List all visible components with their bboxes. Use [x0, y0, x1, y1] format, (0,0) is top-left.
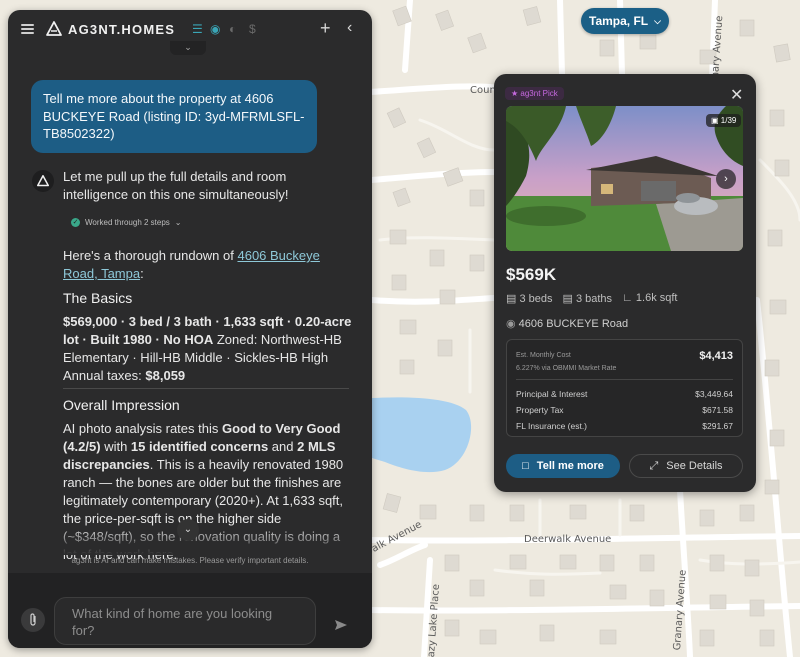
chat-panel: AG3NT.HOMES ☰ ◉ ◐ $ + ‹ ⌄ Tell me more a…	[8, 10, 372, 648]
baths-spec: ▤ 3 baths	[562, 293, 613, 305]
expand-icon: ⤢	[649, 459, 659, 472]
assistant-intro: Let me pull up the full details and room…	[63, 169, 289, 202]
beds-spec: ▤ 3 beds	[506, 293, 553, 305]
compass-icon[interactable]: ◐	[229, 23, 236, 35]
impression-heading: Overall Impression	[63, 397, 180, 413]
tell-me-more-label: Tell me more	[536, 460, 604, 472]
photo-counter: ▣ 1/39	[706, 114, 742, 127]
property-price: $569K	[506, 265, 557, 284]
rundown-suffix: :	[140, 266, 144, 281]
dollar-icon[interactable]: $	[249, 23, 256, 35]
attach-icon[interactable]	[21, 608, 45, 632]
property-address: ◉ 4606 BUCKEYE Road	[506, 318, 629, 330]
chat-input[interactable]: What kind of home are you looking for?	[54, 597, 316, 645]
bed-icon: ▤	[506, 293, 517, 305]
chevron-down-icon: ⌵	[654, 15, 661, 26]
cost-row: Property Tax $671.58	[516, 405, 733, 415]
see-details-button[interactable]: ⤢ See Details	[629, 454, 743, 478]
steps-toggle[interactable]: ✓ Worked through 2 steps ⌄	[71, 218, 182, 227]
chevron-down-icon: ⌄	[174, 218, 182, 227]
taxes-label: Annual taxes:	[63, 368, 146, 383]
assistant-avatar	[32, 170, 54, 192]
property-specs: ▤ 3 beds ▤ 3 baths ∟ 1.6k sqft	[506, 292, 677, 305]
disclaimer: ag3nt is AI and can make mistakes. Pleas…	[71, 556, 309, 565]
pick-badge: ★ ag3nt Pick	[505, 87, 564, 100]
ruler-icon: ∟	[622, 292, 633, 304]
street-label: Deerwalk Avenue	[524, 534, 612, 545]
cost-row: Principal & Interest $3,449.64	[516, 389, 733, 399]
cost-row: FL Insurance (est.) $291.67	[516, 421, 733, 431]
brand-name: AG3NT.HOMES	[68, 22, 176, 37]
see-details-label: See Details	[666, 460, 723, 472]
close-icon[interactable]: ✕	[730, 85, 743, 105]
property-card: ★ ag3nt Pick ✕ ▣ 1/39 › $569K ▤ 3 beds ▤…	[494, 74, 756, 492]
collapse-panel-icon[interactable]: ‹	[347, 19, 352, 37]
house-photo	[506, 106, 743, 251]
menu-icon[interactable]	[21, 24, 34, 34]
user-message: Tell me more about the property at 4606 …	[31, 80, 317, 153]
steps-label: Worked through 2 steps	[85, 218, 170, 227]
send-icon[interactable]	[334, 619, 348, 631]
chat-footer: What kind of home are you looking for?	[8, 573, 372, 648]
chat-bubble-icon: □	[522, 460, 529, 472]
est-subtext: 6.227% via OBMMI Market Rate	[516, 365, 617, 372]
chevron-right-icon[interactable]: ›	[716, 169, 736, 189]
basics-section: The Basics $569,000 · 3 bed / 3 bath · 1…	[63, 289, 353, 385]
list-icon[interactable]: ☰	[192, 23, 203, 35]
rundown-intro: Here's a thorough rundown of 4606 Buckey…	[63, 247, 353, 283]
est-monthly-value: $4,413	[699, 350, 733, 362]
concerns-count: 15 identified concerns	[130, 439, 269, 454]
pick-badge-label: ag3nt Pick	[520, 89, 558, 98]
tell-me-more-button[interactable]: □ Tell me more	[506, 454, 620, 478]
lake-shape	[372, 397, 472, 473]
photo-counter-text: 1/39	[720, 116, 737, 125]
basics-text: $569,000 · 3 bed / 3 bath · 1,633 sqft ·…	[63, 313, 353, 385]
est-label: Est. Monthly Cost	[516, 352, 571, 359]
logo-icon	[46, 21, 62, 36]
scroll-down-icon[interactable]: ⌄	[177, 519, 199, 541]
new-chat-icon[interactable]: +	[320, 18, 331, 39]
logo-icon	[37, 175, 49, 187]
bath-icon: ▤	[562, 293, 573, 305]
check-icon: ✓	[71, 218, 80, 227]
city-selector-label: Tampa, FL	[589, 14, 649, 28]
divider	[516, 379, 733, 380]
divider	[63, 388, 349, 389]
basics-heading: The Basics	[63, 290, 133, 306]
expand-toolbar-icon[interactable]: ⌄	[170, 41, 206, 55]
property-photo[interactable]: ▣ 1/39 ›	[506, 106, 743, 251]
sqft-spec: ∟ 1.6k sqft	[622, 292, 678, 304]
city-selector[interactable]: Tampa, FL ⌵	[581, 8, 669, 34]
monthly-cost-box: Est. Monthly Cost 6.227% via OBMMI Marke…	[506, 339, 743, 437]
eye-icon[interactable]: ◉	[210, 23, 220, 35]
taxes-value: $8,059	[145, 368, 186, 383]
location-pin-icon: ◉	[506, 318, 516, 330]
rundown-prefix: Here's a thorough rundown of	[63, 248, 238, 263]
